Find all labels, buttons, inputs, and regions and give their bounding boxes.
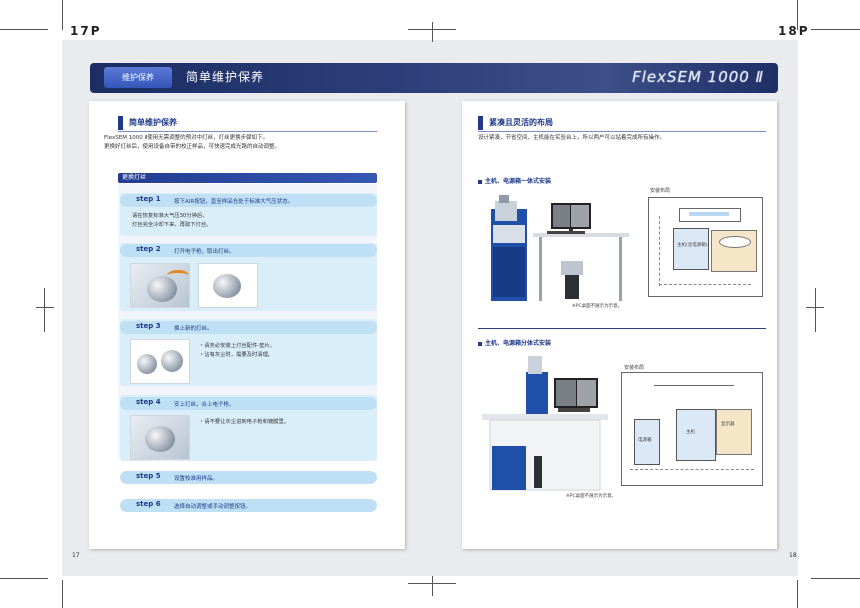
step-1-desc: 按下AIR按钮，直至样品仓处于标准大气压状态。 [174,199,294,205]
step-2-photo-gun [130,263,190,308]
step-1-note-1: 请在恢复标准大气压30分钟后， [132,213,208,219]
banner-title: 简单维护保养 [186,70,265,84]
right-page-number: 18 [789,552,797,559]
side-mark [36,307,54,308]
power-box-label: 电源箱 [638,438,652,443]
right-section-header: 紧凑且灵活的布局 [478,116,766,132]
steps-title: 更换灯丝 [118,173,377,183]
category-tag: 维护保养 [104,67,172,88]
crop-mark [62,580,63,608]
step-1-label: step 1 [136,195,161,203]
step-5-label: step 5 [136,472,161,480]
crop-mark [0,578,48,579]
top-page-label-right: 18P [778,24,810,38]
separate-caption: ※PC桌面不展示为示意。 [566,494,617,499]
sem-separate-illustration [482,356,608,491]
crop-mark [62,0,63,30]
step-1-note-2: 灯丝完全冷却下来，再取下灯丝。 [132,222,212,228]
step-4-desc: 安上灯丝，合上电子枪。 [174,402,235,408]
step-6-label: step 6 [136,500,161,508]
right-intro: 设计紧凑，节省空间，主机能在实验台上，所以两户可以站着完成所有操作。 [478,135,666,141]
section-divider [478,328,766,329]
section-rule [478,131,766,132]
center-mark [408,583,456,584]
step-2-desc: 打开电子枪，取出灯丝。 [174,249,235,255]
layout-label-2: 安装布局 [624,365,645,371]
layout-label-1: 安装布局 [650,188,671,194]
product-logo: FlexSEM 1000 Ⅱ [632,68,764,86]
step-6-desc: 选择自动调整或手动调整按钮。 [174,504,252,510]
monitor-label: 显示器 [721,422,735,427]
center-mark [408,29,456,30]
integrated-caption: ※PC桌面不展示为示意。 [572,304,623,309]
center-mark [432,576,433,596]
step-6: step 6 选择自动调整或手动调整按钮。 [120,499,377,512]
step-3-note-2: ・沾有灰尘时，需要及时清理。 [199,352,274,358]
section-bar [118,116,123,130]
side-mark [806,307,824,308]
header-banner: 维护保养 简单维护保养 FlexSEM 1000 Ⅱ [90,63,778,93]
main-unit-label: 主机(含电源箱) [677,243,708,248]
side-mark [44,288,45,332]
layout-diagram-2: 电源箱 主机 显示器 [621,372,763,486]
step-3: step 3 换上新的灯丝。 [120,321,377,334]
left-section-title: 简单维护保养 [129,118,177,127]
center-mark [432,22,433,42]
crop-mark [797,580,798,608]
step-2-photo-filament [198,263,258,308]
step-2-label: step 2 [136,245,161,253]
step-4: step 4 安上灯丝，合上电子枪。 [120,397,377,410]
crop-mark [811,29,860,30]
step-3-desc: 换上新的灯丝。 [174,326,213,332]
crop-mark [0,29,48,30]
layout-diagram-1: 主机(含电源箱) [648,197,763,297]
sem-integrated-illustration [491,195,629,301]
section-rule [118,131,377,132]
left-page-number: 17 [72,552,80,559]
sub-heading-separate: 主机、电源箱分体式安装 [478,338,551,347]
top-page-label-left: 17P [70,24,102,38]
step-3-label: step 3 [136,322,161,330]
step-5: step 5 设置校准用样品。 [120,471,377,484]
side-mark [815,288,816,332]
sub-heading-integrated: 主机、电源箱一体式安装 [478,176,551,185]
step-5-desc: 设置校准用样品。 [174,476,219,482]
step-4-note: ・请不要让灰尘进到电子枪和镀膜里。 [199,419,290,425]
step-4-photo [130,415,190,460]
right-section-title: 紧凑且灵活的布局 [489,118,553,127]
left-section-header: 简单维护保养 [118,116,377,132]
step-3-photo [130,339,190,384]
step-1: step 1 按下AIR按钮，直至样品仓处于标准大气压状态。 [120,194,377,207]
left-intro-1: FlexSEM 1000 Ⅱ使用无需调整的预对中灯丝，灯丝更换步骤如下。 [104,135,269,141]
section-bar [478,116,483,130]
crop-mark [811,578,860,579]
main-unit-label-2: 主机 [686,430,695,435]
left-intro-2: 更换好灯丝后，使用设备自带的校正样品，可快速完成光路的自动调整。 [104,144,281,150]
step-2: step 2 打开电子枪，取出灯丝。 [120,244,377,257]
step-4-label: step 4 [136,398,161,406]
step-3-note-1: ・请务必安装上灯丝配件-垫片。 [199,343,276,349]
